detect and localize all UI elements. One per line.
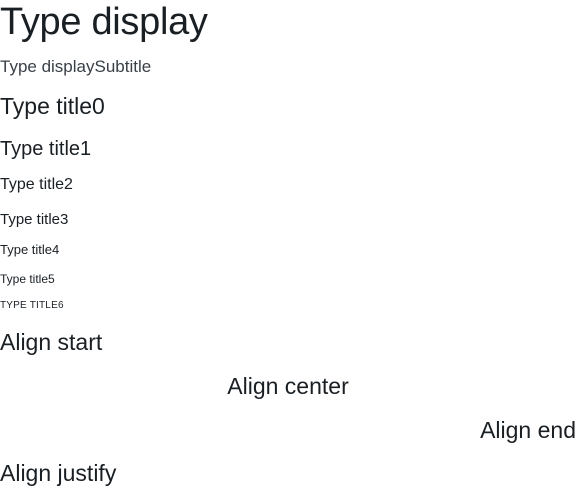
align-center-text: Align center bbox=[227, 373, 349, 399]
type-title5: Type title5 bbox=[0, 272, 55, 286]
align-end-text: Align end bbox=[480, 417, 576, 443]
type-title4: Type title4 bbox=[0, 242, 60, 257]
align-start-text: Align start bbox=[0, 329, 103, 355]
type-title3: Type title3 bbox=[0, 211, 69, 228]
align-justify-text: Align justify bbox=[0, 460, 117, 486]
type-display-subtitle: Type displaySubtitle bbox=[0, 57, 152, 76]
type-display: Type display bbox=[0, 1, 208, 43]
type-title2: Type title2 bbox=[0, 176, 73, 193]
type-title0: Type title0 bbox=[0, 93, 105, 119]
type-title1: Type title1 bbox=[0, 138, 92, 160]
type-title6: Type title6 bbox=[0, 300, 64, 311]
